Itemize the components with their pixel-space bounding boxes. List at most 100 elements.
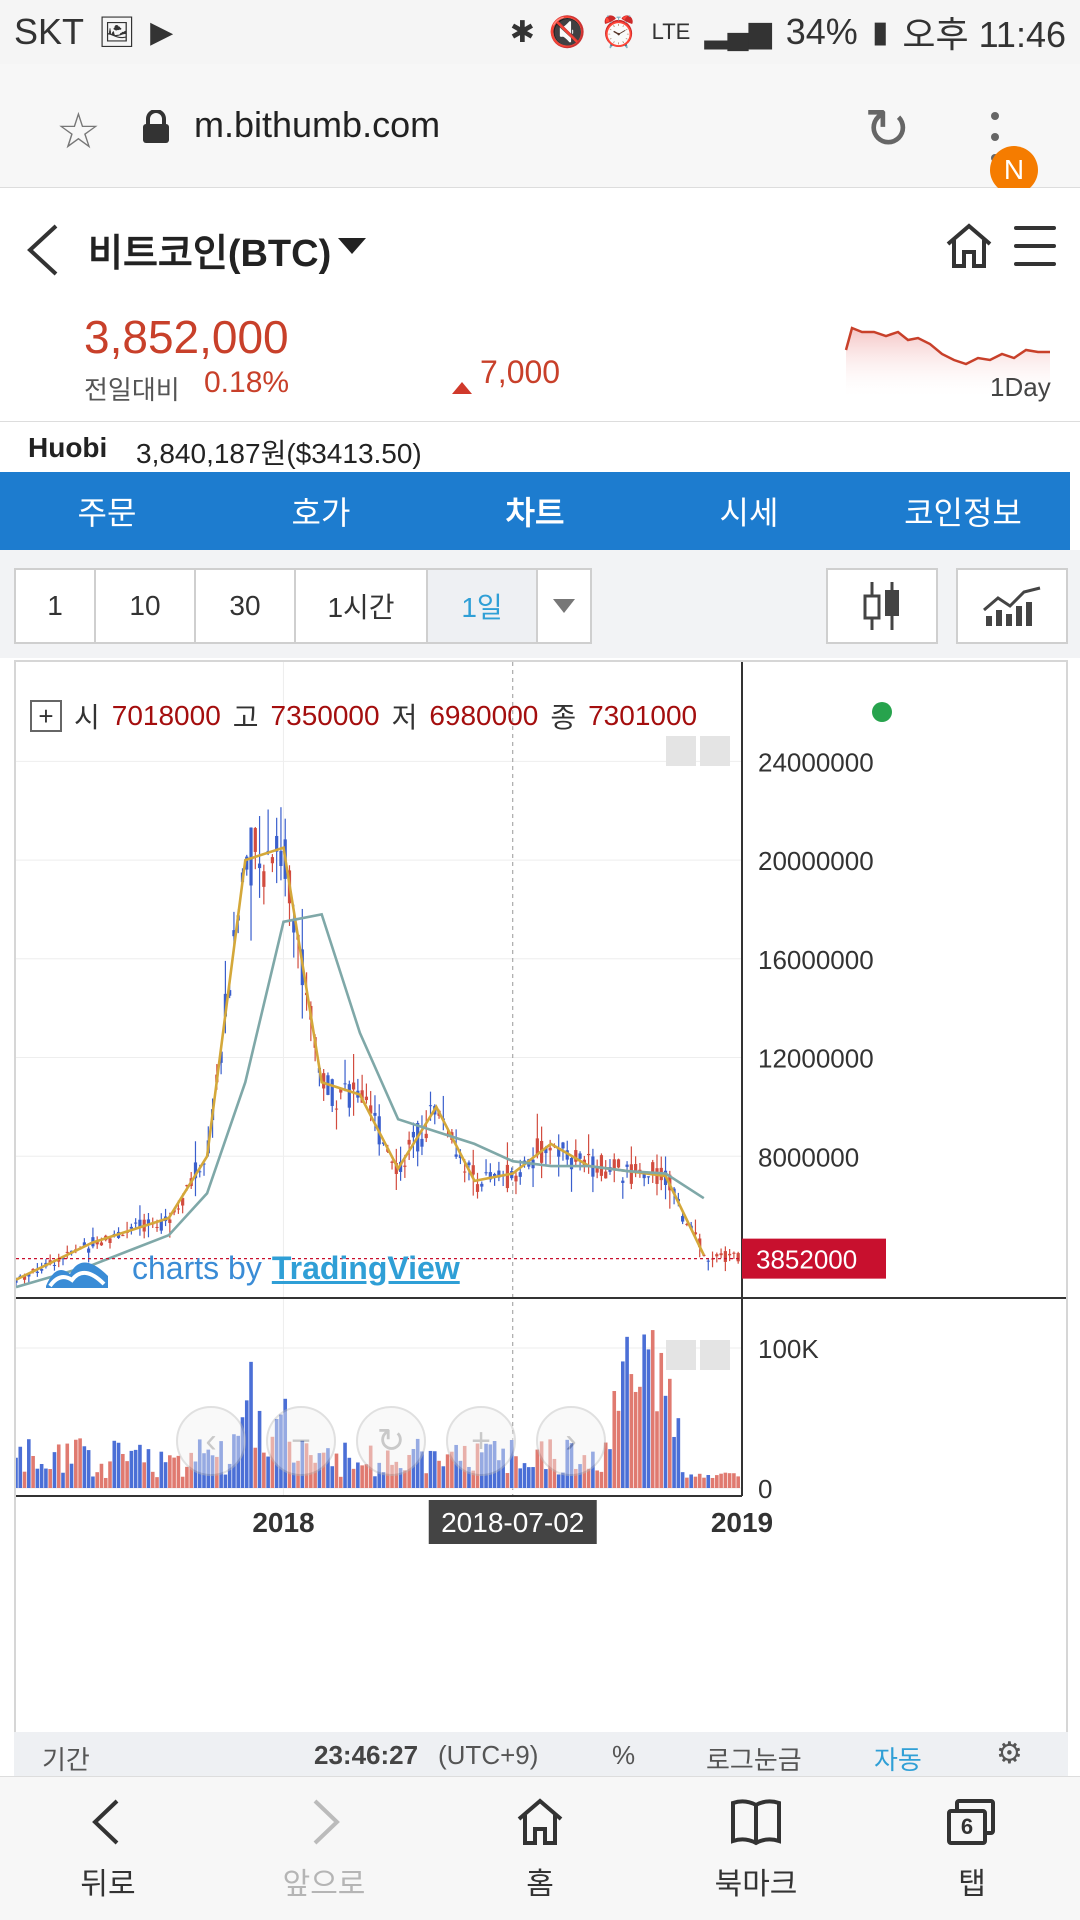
candle-body [732, 1252, 736, 1254]
candle-body [108, 1238, 112, 1243]
coin-dropdown-icon[interactable] [338, 238, 366, 254]
tab-market-price[interactable]: 시세 [642, 472, 856, 550]
bookmark-star-icon[interactable]: ☆ [56, 102, 101, 160]
status-bar: SKT 🖼 ▶ ✱ 🔇 ⏰ LTE ▂▄▆ 34% ▮ 오후 11:46 [0, 0, 1080, 64]
candle-body [138, 1219, 142, 1227]
profile-badge[interactable]: N [990, 146, 1038, 194]
volume-bar [103, 1477, 108, 1488]
period-button[interactable]: 기간 [42, 1740, 90, 1777]
tab-orderbook[interactable]: 호가 [214, 472, 428, 550]
candle-body [505, 1164, 510, 1189]
moving-average-line [16, 912, 705, 1289]
volume-bar [338, 1476, 343, 1488]
candle-body [625, 1164, 629, 1167]
candle-body [471, 1165, 475, 1175]
reset-zoom-icon[interactable]: ↻ [356, 1406, 426, 1476]
coin-title[interactable]: 비트코인(BTC) [88, 222, 331, 277]
current-price-tag-label: 3852000 [756, 1245, 857, 1275]
volume-bar [655, 1411, 659, 1488]
candle-body [587, 1153, 591, 1156]
carrier-label: SKT [14, 11, 85, 52]
volume-tick-label: 0 [758, 1474, 772, 1504]
url-bar[interactable]: m.bithumb.com [194, 104, 440, 146]
pane-toggle-button [666, 1340, 696, 1370]
volume-bar [621, 1361, 625, 1488]
candle-body [723, 1251, 727, 1262]
scroll-left-icon[interactable]: ‹ [176, 1406, 246, 1476]
interval-10[interactable]: 10 [94, 568, 196, 644]
volume-bar [168, 1455, 172, 1488]
nav-back-button[interactable]: 뒤로 [0, 1777, 216, 1920]
zoom-in-icon[interactable]: + [446, 1406, 516, 1476]
expand-legend-icon[interactable]: + [30, 700, 62, 732]
interval-1hour[interactable]: 1시간 [294, 568, 428, 644]
nav-forward-button[interactable]: 앞으로 [216, 1777, 432, 1920]
volume-bar [693, 1476, 698, 1488]
menu-icon[interactable] [1014, 226, 1056, 266]
huobi-price: 3,840,187원($3413.50) [136, 438, 422, 469]
volume-bar [31, 1455, 35, 1488]
auto-scale-toggle[interactable]: 자동 [874, 1740, 922, 1777]
volume-bar [689, 1474, 693, 1488]
candle-body [736, 1253, 740, 1262]
network-label: LTE [651, 19, 691, 44]
volume-bar [78, 1438, 82, 1488]
indicator-button[interactable] [956, 568, 1068, 644]
volume-bar [702, 1477, 706, 1488]
high-value: 7350000 [270, 700, 380, 731]
tradingview-watermark[interactable]: charts by TradingView [42, 1246, 460, 1290]
nav-tabs-button[interactable]: 6 탭 [864, 1777, 1080, 1920]
timezone-label[interactable]: (UTC+9) [438, 1740, 538, 1771]
reload-icon[interactable]: ↻ [864, 96, 911, 162]
youtube-icon: ▶ [150, 15, 174, 49]
candle-body [518, 1172, 522, 1177]
candle-body [484, 1172, 488, 1174]
ohlc-legend: + 시 7018000 고 7350000 저 6980000 종 730100… [30, 696, 697, 736]
chart-footer: 기간 23:46:27 (UTC+9) % 로그눈금 자동 ⚙ [14, 1732, 1068, 1776]
volume-bar [138, 1444, 142, 1488]
volume-bar [108, 1461, 112, 1488]
tab-order[interactable]: 주문 [0, 472, 214, 550]
candle-type-button[interactable] [826, 568, 938, 644]
open-label: 시 [74, 702, 100, 733]
battery-percent: 34% [785, 11, 858, 52]
log-scale-toggle[interactable]: 로그눈금 [706, 1740, 802, 1777]
interval-30[interactable]: 30 [194, 568, 296, 644]
back-arrow-icon [92, 1799, 119, 1844]
huobi-row: Huobi 3,840,187원($3413.50) [0, 422, 1080, 472]
app-header: 비트코인(BTC) [0, 188, 1080, 298]
back-icon[interactable] [24, 222, 64, 278]
volume-bar [608, 1449, 612, 1488]
percent-toggle[interactable]: % [612, 1740, 635, 1771]
interval-dropdown[interactable] [536, 568, 592, 644]
settings-gear-icon[interactable]: ⚙ [996, 1736, 1023, 1771]
tab-chart[interactable]: 차트 [428, 472, 642, 550]
spark-period-label: 1Day [990, 372, 1051, 402]
price-chart-panel[interactable]: 24000000 20000000 16000000 12000000 8000000 2… [14, 660, 1068, 1754]
volume-bar [723, 1472, 728, 1488]
nav-bookmarks-label: 북마크 [714, 1867, 798, 1901]
volume-bar [727, 1473, 732, 1488]
volume-bar [86, 1450, 91, 1488]
volume-bar [125, 1461, 129, 1488]
interval-1[interactable]: 1 [14, 568, 96, 644]
nav-home-button[interactable]: 홈 [432, 1777, 648, 1920]
price-chart-svg[interactable]: 24000000 20000000 16000000 12000000 8000000 2… [16, 662, 1066, 1752]
candle-body [616, 1159, 621, 1168]
nav-bookmarks-button[interactable]: 북마크 [648, 1777, 864, 1920]
candle-body [420, 1138, 424, 1147]
current-price: 3,852,000 [84, 311, 289, 363]
tab-coin-info[interactable]: 코인정보 [856, 472, 1070, 550]
candle-body [561, 1142, 565, 1149]
candle-body [407, 1139, 411, 1145]
price-tick-label: 20000000 [758, 846, 874, 876]
lock-icon [143, 110, 169, 143]
zoom-out-icon[interactable]: − [266, 1406, 336, 1476]
volume-bar [91, 1476, 95, 1488]
browser-toolbar: ☆ m.bithumb.com ↻ N [0, 64, 1080, 194]
scroll-right-icon[interactable]: › [536, 1406, 606, 1476]
watermark-brand[interactable]: TradingView [272, 1250, 460, 1287]
volume-bar [223, 1474, 228, 1488]
interval-1day[interactable]: 1일 [426, 568, 538, 644]
home-icon[interactable] [944, 222, 994, 270]
